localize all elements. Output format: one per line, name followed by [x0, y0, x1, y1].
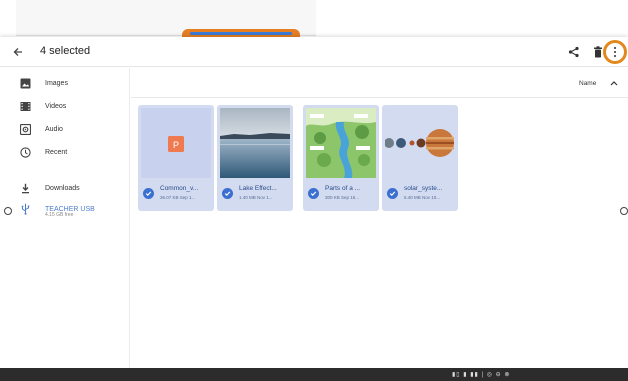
- file-meta: 36.07 KB Sep 1...: [160, 195, 196, 200]
- file-thumbnail: [306, 108, 376, 178]
- sidebar-item-recent[interactable]: Recent: [0, 142, 130, 162]
- file-meta: 6.40 MB Nov 10...: [404, 195, 441, 200]
- sidebar-item-sublabel: 4.15 GB free: [45, 212, 74, 218]
- file-name: Common_v...: [160, 185, 199, 192]
- file-name: Parts of a ...: [325, 185, 361, 192]
- selected-check-icon: [308, 188, 319, 199]
- taskbar: ▮▯ ▮ ▮▮ | ◎ ⊖ ⊗: [0, 368, 628, 381]
- sidebar-item-label: Images: [45, 79, 68, 87]
- clock-icon: [18, 145, 32, 159]
- usb-icon: [18, 202, 32, 216]
- share-icon: [568, 46, 579, 58]
- powerpoint-icon: P: [168, 136, 184, 152]
- sidebar-item-videos[interactable]: Videos: [0, 96, 130, 116]
- file-tile[interactable]: Parts of a ... 300 KB Sep 15...: [303, 105, 379, 211]
- image-icon: [18, 76, 32, 90]
- file-tile[interactable]: solar_syste... 6.40 MB Nov 10...: [382, 105, 458, 211]
- svg-text:P: P: [173, 140, 179, 150]
- sort-by-name-button[interactable]: Name: [579, 80, 596, 87]
- sidebar-item-label: Recent: [45, 148, 68, 156]
- more-options-button[interactable]: [603, 40, 627, 64]
- file-meta: 300 KB Sep 15...: [325, 195, 360, 200]
- sidebar-item-label: Videos: [45, 102, 67, 110]
- sidebar-item-audio[interactable]: Audio: [0, 119, 130, 139]
- file-grid-panel: Name P Common_v... 36.07 KB Sep 1... Lak…: [131, 68, 628, 368]
- file-tile[interactable]: P Common_v... 36.07 KB Sep 1...: [138, 105, 214, 211]
- back-arrow-icon: [13, 48, 22, 56]
- right-edge-handle[interactable]: [620, 207, 628, 215]
- selected-check-icon: [387, 188, 398, 199]
- planets-image: [385, 129, 454, 157]
- selection-count: 4 selected: [40, 45, 91, 57]
- file-meta: 1.40 MB Nov 1...: [239, 195, 273, 200]
- file-thumbnail: [220, 108, 290, 178]
- file-thumbnail: P: [141, 108, 211, 178]
- download-icon: [18, 181, 32, 195]
- diagram-image: [306, 108, 376, 178]
- sidebar-item-label: Audio: [45, 125, 63, 133]
- file-name: Lake Effect...: [239, 185, 277, 192]
- audio-icon: [18, 122, 32, 136]
- background-page: [0, 0, 628, 39]
- files-app-window: 4 selected Images Videos Audio Recent Do…: [0, 37, 628, 368]
- video-icon: [18, 99, 32, 113]
- file-name: solar_syste...: [404, 185, 443, 192]
- sort-bar: Name: [131, 68, 628, 98]
- sidebar: Images Videos Audio Recent Downloads TEA…: [0, 68, 130, 368]
- sidebar-item-teacher-usb[interactable]: TEACHER USB 4.15 GB free: [0, 199, 130, 219]
- selected-check-icon: [143, 188, 154, 199]
- more-vert-icon: [613, 46, 617, 58]
- back-button[interactable]: [8, 42, 28, 62]
- chevron-up-icon: [610, 81, 618, 86]
- sidebar-item-label: Downloads: [45, 184, 80, 192]
- system-tray[interactable]: ▮▯ ▮ ▮▮ | ◎ ⊖ ⊗: [452, 371, 510, 378]
- sidebar-item-images[interactable]: Images: [0, 73, 130, 93]
- sort-direction-button[interactable]: [608, 77, 620, 89]
- file-thumbnail: [385, 108, 455, 178]
- left-edge-handle[interactable]: [4, 207, 12, 215]
- sidebar-item-downloads[interactable]: Downloads: [0, 178, 130, 198]
- selected-check-icon: [222, 188, 233, 199]
- file-tile[interactable]: Lake Effect... 1.40 MB Nov 1...: [217, 105, 293, 211]
- lake-photo-image: [220, 108, 290, 178]
- selection-toolbar: 4 selected: [0, 37, 628, 67]
- trash-icon: [594, 46, 602, 58]
- share-button[interactable]: [564, 42, 584, 62]
